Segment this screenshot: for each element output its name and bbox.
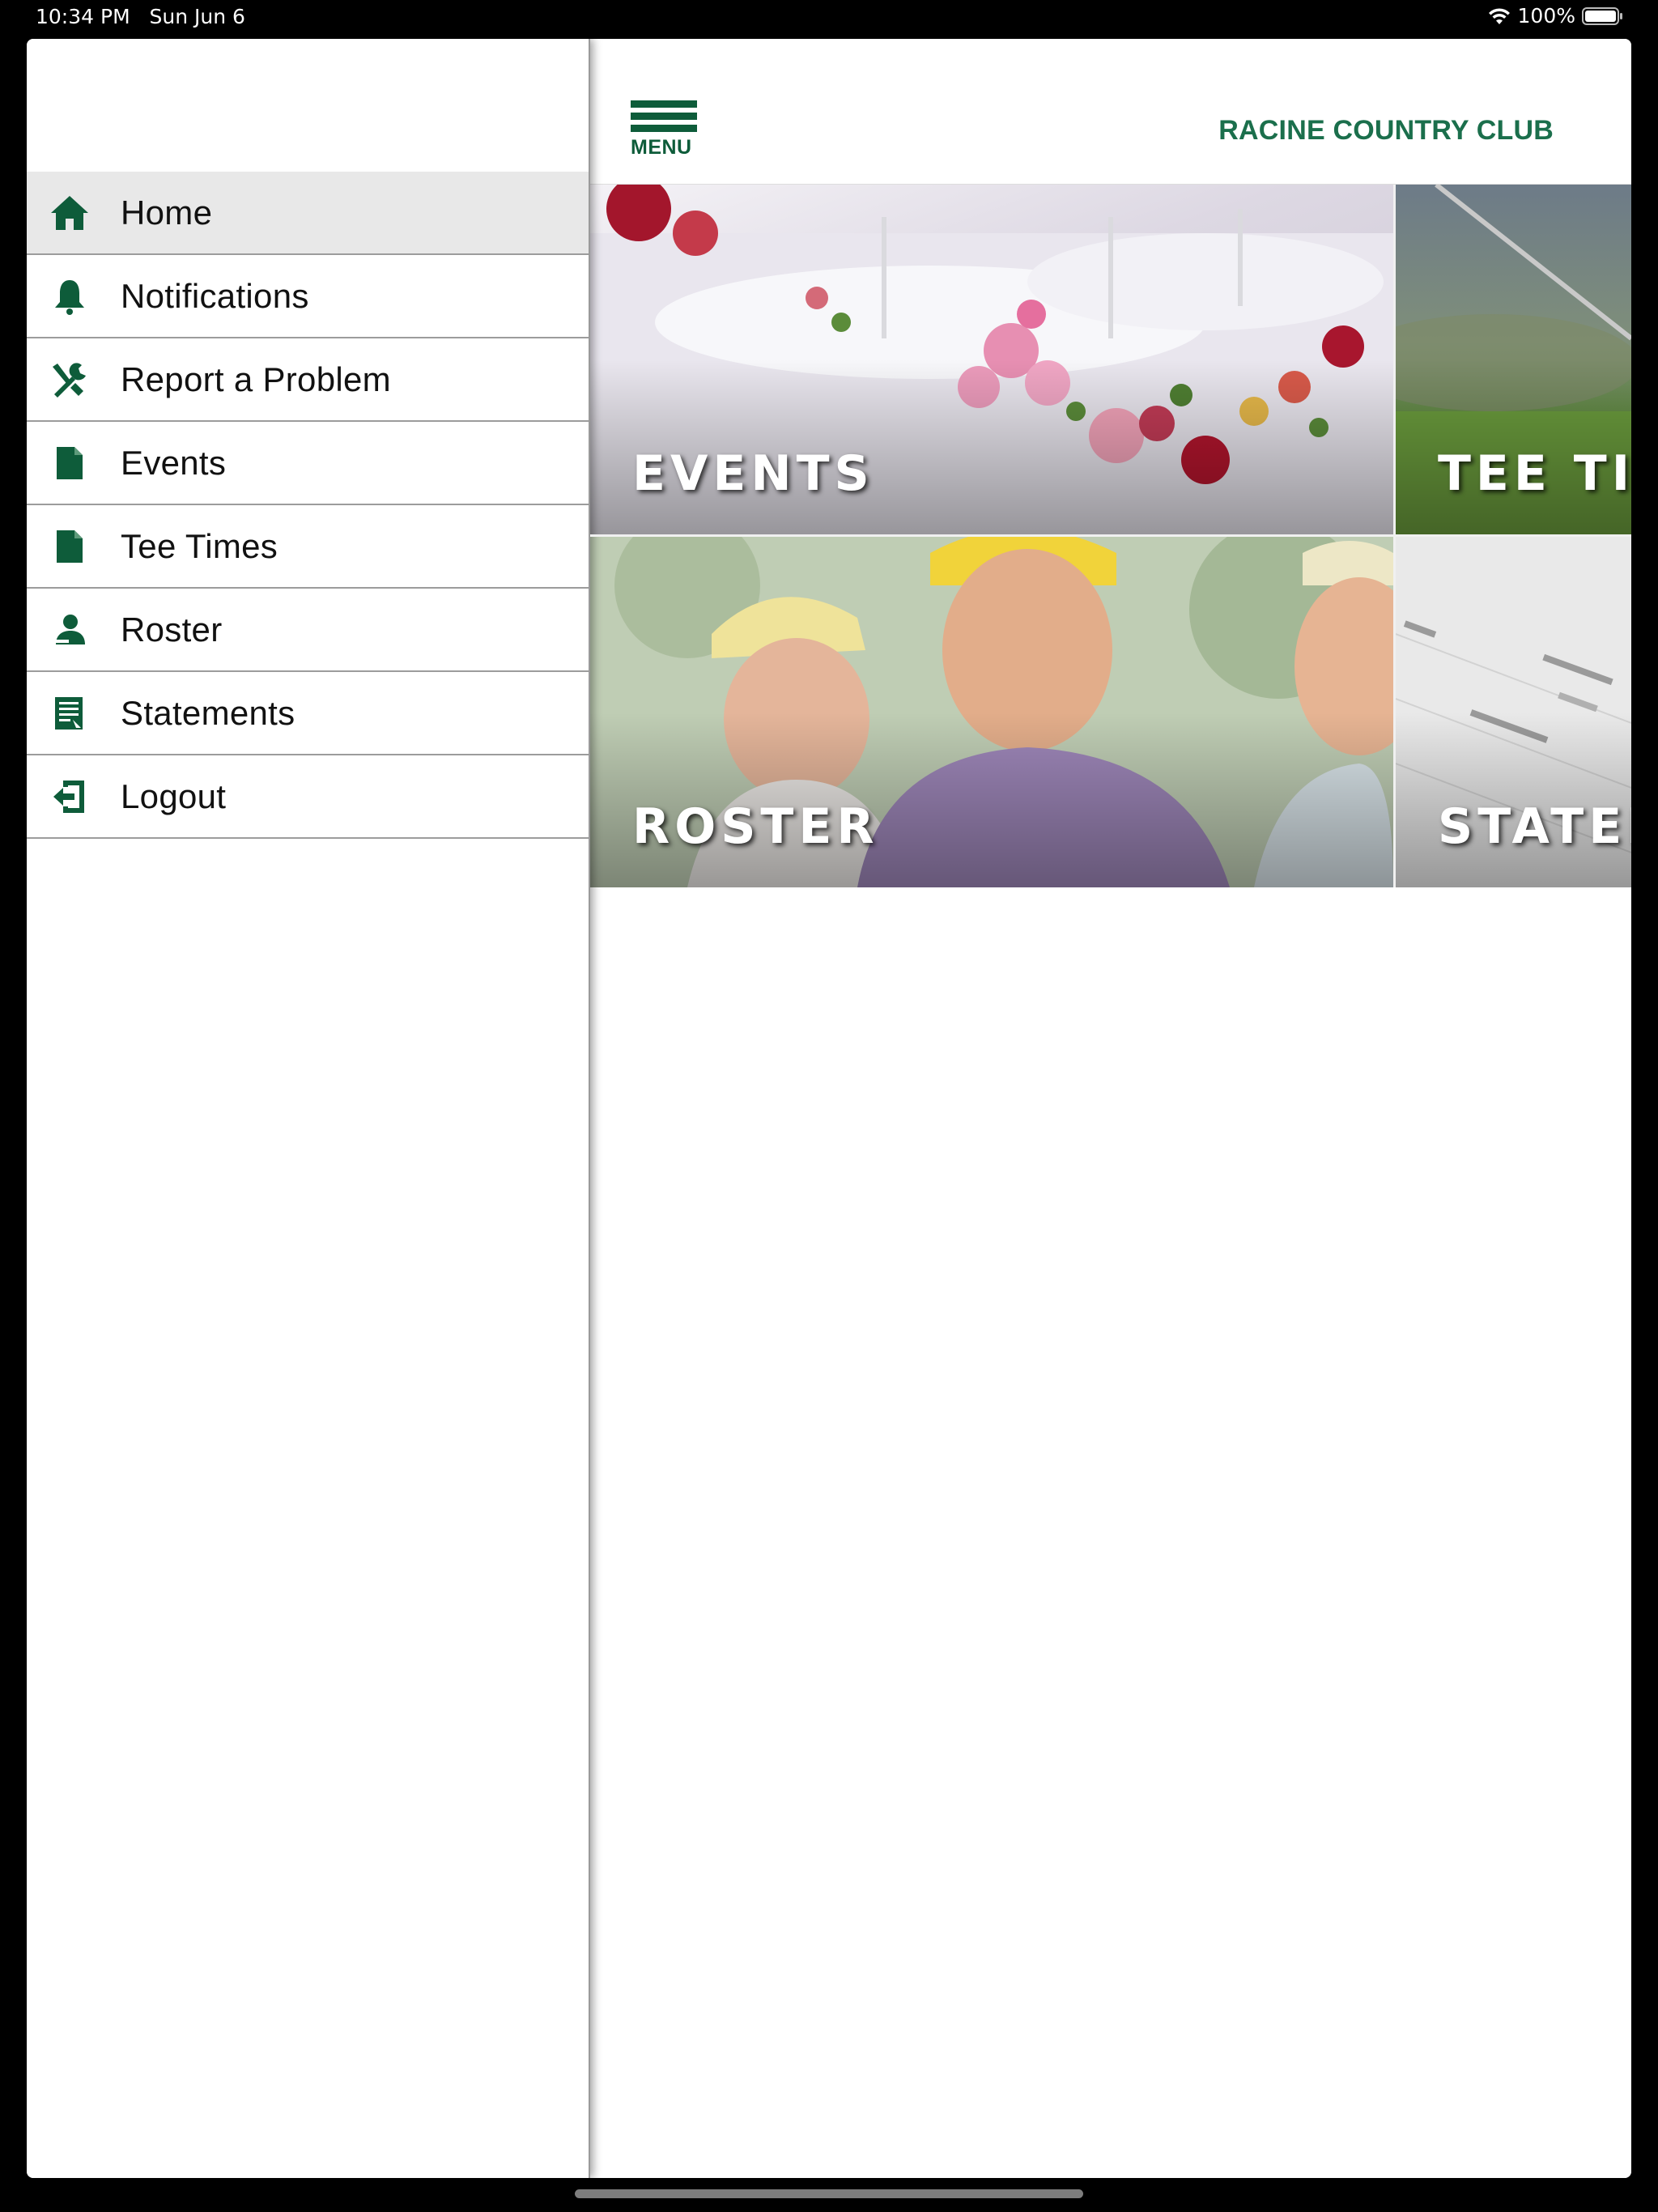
- drawer-item-tee-times[interactable]: Tee Times: [27, 505, 589, 589]
- drawer-item-label: Report a Problem: [121, 359, 391, 398]
- drawer-item-events[interactable]: Events: [27, 422, 589, 505]
- drawer-item-label: Roster: [121, 610, 223, 649]
- main-content: MENU RACINE COUNTRY CLUB EVENTS TEE TI R…: [590, 39, 1631, 2178]
- drawer-item-label: Events: [121, 443, 227, 482]
- menu-label: MENU: [631, 136, 692, 159]
- status-bar: 10:34 PM Sun Jun 6 100%: [0, 0, 1658, 36]
- drawer-item-logout[interactable]: Logout: [27, 755, 589, 839]
- person-icon: [27, 589, 121, 670]
- drawer-item-notifications[interactable]: Notifications: [27, 255, 589, 338]
- tools-icon: [27, 338, 121, 420]
- tile-label: STATEMENTS: [1438, 798, 1631, 855]
- tile-statements[interactable]: STATEMENTS: [1396, 537, 1631, 887]
- app-screen: Home Notifications Report a Problem Even…: [27, 39, 1631, 2178]
- document-icon: [27, 422, 121, 504]
- status-time: 10:34 PM: [36, 5, 130, 28]
- tile-label: ROSTER: [632, 798, 879, 855]
- home-icon: [27, 172, 121, 253]
- tile-label: EVENTS: [632, 445, 874, 502]
- drawer-item-report-problem[interactable]: Report a Problem: [27, 338, 589, 422]
- wifi-icon: [1487, 6, 1511, 26]
- bell-icon: [27, 255, 121, 337]
- tile-events[interactable]: EVENTS: [590, 185, 1393, 534]
- status-indicators: 100%: [1487, 4, 1624, 28]
- battery-percent: 100%: [1517, 4, 1575, 28]
- drawer-item-statements[interactable]: Statements: [27, 672, 589, 755]
- club-name: RACINE COUNTRY CLUB: [1218, 115, 1554, 146]
- status-date: Sun Jun 6: [149, 5, 245, 28]
- statement-icon: [27, 672, 121, 754]
- drawer-item-label: Tee Times: [121, 526, 278, 565]
- drawer-item-label: Statements: [121, 693, 295, 732]
- drawer-item-label: Logout: [121, 776, 227, 815]
- logout-icon: [27, 755, 121, 837]
- battery-icon: [1582, 6, 1624, 26]
- tile-label: TEE TIMES: [1438, 445, 1631, 502]
- hamburger-icon: [631, 100, 697, 108]
- tile-divider: [590, 534, 1631, 537]
- home-indicator[interactable]: [575, 2189, 1083, 2198]
- home-tiles: EVENTS TEE TIMES: [590, 185, 1631, 887]
- drawer-item-roster[interactable]: Roster: [27, 589, 589, 672]
- drawer-item-label: Notifications: [121, 276, 309, 315]
- drawer-item-home[interactable]: Home: [27, 172, 589, 255]
- tile-roster[interactable]: ROSTER: [590, 537, 1393, 887]
- tile-tee-times[interactable]: TEE TIMES: [1396, 185, 1631, 534]
- drawer-menu-list: Home Notifications Report a Problem Even…: [27, 172, 589, 839]
- menu-button[interactable]: MENU: [631, 100, 697, 160]
- status-time-date: 10:34 PM Sun Jun 6: [36, 5, 245, 28]
- side-drawer: Home Notifications Report a Problem Even…: [27, 39, 590, 2178]
- document-icon: [27, 505, 121, 587]
- drawer-item-label: Home: [121, 193, 213, 232]
- app-header: MENU RACINE COUNTRY CLUB: [590, 39, 1631, 185]
